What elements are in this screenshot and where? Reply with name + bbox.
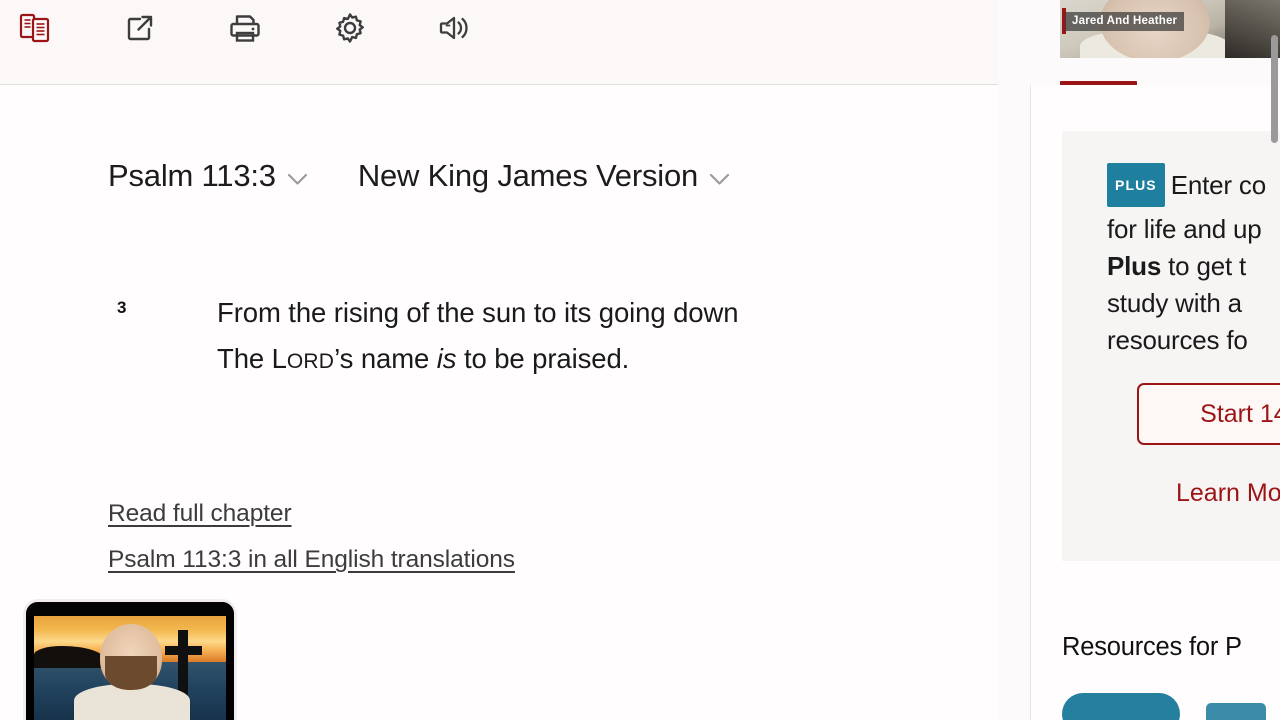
version-selector[interactable]: New King James Version — [358, 160, 730, 191]
parallel-view-icon[interactable] — [0, 0, 70, 56]
speaker-icon[interactable] — [420, 0, 490, 56]
scrollbar-thumb[interactable] — [1271, 35, 1278, 143]
share-icon[interactable] — [105, 0, 175, 56]
resource-secondary-button[interactable] — [1206, 703, 1266, 720]
webcam-top-bar — [26, 602, 234, 616]
passage-label: Psalm 113:3 — [108, 158, 276, 193]
promo-plus-word: Plus — [1107, 251, 1162, 281]
verse-line-2-mid: ’s name — [334, 343, 437, 374]
promo-text: PLUS Enter co for life and up Plus to get… — [1107, 163, 1280, 359]
promo-line-2: for life and up — [1107, 214, 1262, 244]
verse-block: 3 From the rising of the sun to its goin… — [108, 290, 898, 385]
plus-promo-card: PLUS Enter co for life and up Plus to get… — [1062, 131, 1280, 561]
chevron-down-icon — [709, 173, 730, 186]
verse-line-2-pre: The — [217, 343, 272, 374]
resource-share-button[interactable] — [1062, 693, 1180, 720]
verse-links: Read full chapter Psalm 113:3 in all Eng… — [108, 500, 515, 592]
start-trial-button[interactable]: Start 14-da — [1137, 383, 1280, 445]
learn-more-link[interactable]: Learn More — [1176, 479, 1280, 508]
verse-number: 3 — [117, 298, 127, 317]
bible-reader-page: Psalm 113:3 New King James Version 3 Fro… — [0, 0, 1280, 720]
print-icon[interactable] — [210, 0, 280, 56]
scrollbar-track[interactable] — [1269, 0, 1280, 720]
plus-badge: PLUS — [1107, 163, 1165, 207]
divine-name-smallcaps: ORD — [286, 350, 335, 373]
read-full-chapter-link[interactable]: Read full chapter — [108, 500, 515, 528]
version-label: New King James Version — [357, 158, 699, 193]
promo-line-4: study with a — [1107, 288, 1242, 318]
verse-text: From the rising of the sun to its going … — [217, 290, 898, 385]
toolbar — [0, 0, 998, 85]
webcam-thumbnail[interactable] — [26, 602, 234, 720]
divine-name-cap: L — [271, 343, 287, 374]
promo-line-1: Enter co — [1170, 170, 1266, 200]
sidebar-panel: PLUS Enter co for life and up Plus to get… — [1030, 85, 1280, 720]
verse-italic-word: is — [436, 343, 457, 374]
all-translations-link[interactable]: Psalm 113:3 in all English translations — [108, 546, 515, 574]
passage-selector[interactable]: Psalm 113:3 — [108, 160, 308, 191]
video-participant-label: Jared And Heather — [1065, 12, 1185, 31]
gear-icon[interactable] — [315, 0, 385, 56]
chevron-down-icon — [287, 173, 308, 186]
resources-heading: Resources for P — [1062, 633, 1242, 661]
cross-icon — [178, 630, 188, 696]
verse-line-2-post: to be praised. — [456, 343, 630, 374]
reference-row: Psalm 113:3 New King James Version — [108, 160, 730, 191]
promo-line-5: resources fo — [1107, 325, 1248, 355]
verse-line-1: From the rising of the sun to its going … — [217, 297, 739, 328]
promo-line-3: to get t — [1161, 251, 1247, 281]
cross-icon-crossbar — [165, 646, 202, 655]
webcam-person-beard — [105, 656, 157, 690]
